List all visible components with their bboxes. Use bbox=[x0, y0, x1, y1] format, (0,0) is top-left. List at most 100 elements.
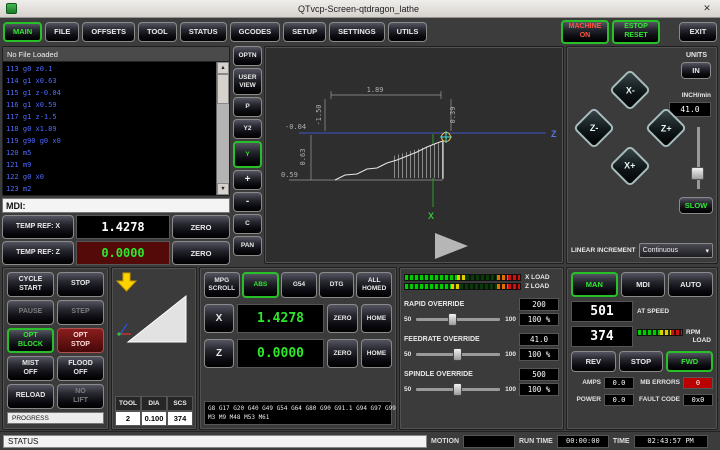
flood-button[interactable]: FLOOD OFF bbox=[57, 356, 104, 381]
opt-stop-button[interactable]: OPT STOP bbox=[57, 328, 104, 353]
zero-x-button[interactable]: ZERO bbox=[172, 215, 230, 239]
slider-handle[interactable] bbox=[691, 167, 704, 180]
at-speed-label: AT SPEED bbox=[637, 308, 669, 315]
options-view-button[interactable]: OPTN bbox=[233, 46, 262, 66]
tool-cone bbox=[435, 233, 468, 259]
reload-button[interactable]: RELOAD bbox=[7, 384, 54, 409]
tab-file[interactable]: FILE bbox=[45, 22, 79, 42]
dim-label: 1.89 bbox=[367, 86, 384, 94]
spindle-rpm-row: 374 RPM LOAD bbox=[571, 326, 713, 347]
linear-increment-row: LINEAR INCREMENT Continuous ▾ bbox=[571, 243, 713, 258]
z-axis-label: Z bbox=[551, 129, 557, 139]
spindle-max-label: 100 bbox=[505, 386, 516, 393]
dtg-button[interactable]: DTG bbox=[319, 272, 355, 298]
dro-mode-row: MPG SCROLL ABS G54 DTG ALL HOMED bbox=[204, 272, 392, 298]
g54-button[interactable]: G54 bbox=[281, 272, 317, 298]
zero-z-button[interactable]: ZERO bbox=[172, 241, 230, 265]
rapid-override-group: RAPID OVERRIDE 200 50 100 100 % bbox=[404, 298, 559, 326]
temp-ref-x-button[interactable]: TEMP REF: X bbox=[2, 215, 74, 239]
mb-errors-label: MB ERRORS bbox=[637, 379, 680, 386]
spindle-reverse-button[interactable]: REV bbox=[571, 351, 616, 372]
scroll-down-icon[interactable]: ▼ bbox=[217, 183, 229, 195]
zoom-out-button[interactable]: - bbox=[233, 192, 262, 212]
scrollbar-track[interactable] bbox=[217, 74, 229, 183]
tab-tool[interactable]: TOOL bbox=[138, 22, 177, 42]
dim-label: 0.59 bbox=[281, 171, 298, 179]
window-close-icon[interactable]: ✕ bbox=[700, 3, 714, 14]
stop-button[interactable]: STOP bbox=[57, 272, 104, 297]
tab-setup[interactable]: SETUP bbox=[283, 22, 326, 42]
estop-reset-button[interactable]: ESTOP RESET bbox=[612, 20, 660, 44]
gcode-line: 114 g1 x0.63 bbox=[6, 75, 213, 87]
tab-utils[interactable]: UTILS bbox=[388, 22, 428, 42]
units-button[interactable]: IN bbox=[681, 62, 711, 79]
jog-rate-label: INCH/min bbox=[682, 92, 711, 99]
machine-control-panel: CYCLE START STOP PAUSE STEP OPT BLOCK OP… bbox=[2, 267, 109, 430]
spindle-override-slider[interactable] bbox=[414, 383, 502, 396]
exit-button[interactable]: EXIT bbox=[679, 22, 717, 42]
zoom-in-button[interactable]: + bbox=[233, 170, 262, 190]
view-y2-button[interactable]: Y2 bbox=[233, 119, 262, 139]
linear-increment-select[interactable]: Continuous ▾ bbox=[639, 243, 713, 258]
spindle-transport-row: REV STOP FWD bbox=[571, 351, 713, 372]
amps-label: AMPS bbox=[571, 379, 601, 386]
tab-main[interactable]: MAIN bbox=[3, 22, 42, 42]
mist-button[interactable]: MIST OFF bbox=[7, 356, 54, 381]
auto-mode-button[interactable]: AUTO bbox=[668, 272, 713, 297]
z-zero-button[interactable]: ZERO bbox=[327, 339, 358, 368]
gcode-line: 117 g1 z-1.5 bbox=[6, 111, 213, 123]
opt-block-button[interactable]: OPT BLOCK bbox=[7, 328, 54, 353]
spindle-forward-button[interactable]: FWD bbox=[666, 351, 713, 372]
feedrate-min-label: 50 bbox=[404, 351, 411, 358]
jog-x-minus-button[interactable]: X- bbox=[609, 69, 651, 111]
increment-value: Continuous bbox=[643, 247, 678, 254]
z-home-button[interactable]: HOME bbox=[361, 339, 392, 368]
mdi-entry[interactable]: MDI: bbox=[2, 198, 230, 213]
toolpath-preview[interactable]: 1.89 0.39 -1.50 -0.04 0.63 0.59 Z X bbox=[264, 46, 564, 264]
motion-label: MOTION bbox=[431, 438, 459, 445]
view-p-button[interactable]: P bbox=[233, 97, 262, 117]
step-button[interactable]: STEP bbox=[57, 300, 104, 325]
axis-load-row: X LOAD Z LOAD bbox=[404, 273, 559, 291]
slider-handle[interactable] bbox=[448, 313, 457, 326]
manual-mode-button[interactable]: MAN bbox=[571, 272, 618, 297]
tab-status[interactable]: STATUS bbox=[180, 22, 227, 42]
slider-handle[interactable] bbox=[453, 348, 462, 361]
z-axis-select-button[interactable]: Z bbox=[204, 339, 234, 368]
spindle-stop-button[interactable]: STOP bbox=[619, 351, 664, 372]
slow-mode-button[interactable]: SLOW bbox=[679, 197, 713, 214]
x-axis-select-button[interactable]: X bbox=[204, 304, 234, 333]
x-zero-button[interactable]: ZERO bbox=[327, 304, 358, 333]
no-lift-button[interactable]: NO LIFT bbox=[57, 384, 104, 409]
cycle-start-button[interactable]: CYCLE START bbox=[7, 272, 54, 297]
dim-label: -0.04 bbox=[285, 123, 306, 131]
mpg-scroll-button[interactable]: MPG SCROLL bbox=[204, 272, 240, 298]
active-gcodes: G8 G17 G20 G40 G49 G54 G64 G80 G90 G91.1… bbox=[208, 404, 388, 413]
abs-button[interactable]: ABS bbox=[242, 272, 280, 298]
x-home-button[interactable]: HOME bbox=[361, 304, 392, 333]
units-label: UNITS bbox=[686, 52, 707, 59]
jog-rate-slider[interactable] bbox=[691, 127, 705, 189]
scrollbar-thumb[interactable] bbox=[217, 74, 229, 104]
scroll-up-icon[interactable]: ▲ bbox=[217, 62, 229, 74]
all-homed-button[interactable]: ALL HOMED bbox=[356, 272, 392, 298]
pan-button[interactable]: PAN bbox=[233, 236, 262, 256]
gcode-scrollbar[interactable]: ▲ ▼ bbox=[216, 62, 229, 195]
mdi-mode-button[interactable]: MDI bbox=[621, 272, 666, 297]
user-view-button[interactable]: USER VIEW bbox=[233, 68, 262, 95]
jog-z-minus-button[interactable]: Z- bbox=[573, 107, 615, 149]
machine-on-button[interactable]: MACHINE ON bbox=[561, 20, 609, 44]
x-axis-label: X bbox=[428, 211, 434, 221]
pause-button[interactable]: PAUSE bbox=[7, 300, 54, 325]
tab-settings[interactable]: SETTINGS bbox=[329, 22, 385, 42]
tab-gcodes[interactable]: GCODES bbox=[230, 22, 281, 42]
feedrate-override-slider[interactable] bbox=[414, 348, 502, 361]
temp-ref-z-button[interactable]: TEMP REF: Z bbox=[2, 241, 74, 265]
clear-view-button[interactable]: C bbox=[233, 214, 262, 234]
rapid-override-slider[interactable] bbox=[414, 313, 502, 326]
slider-handle[interactable] bbox=[453, 383, 462, 396]
jog-x-plus-button[interactable]: X+ bbox=[609, 145, 651, 187]
view-y-button[interactable]: Y bbox=[233, 141, 262, 168]
tab-offsets[interactable]: OFFSETS bbox=[82, 22, 135, 42]
gcode-list[interactable]: 113 g0 z0.1 114 g1 x0.63 115 g1 z-0.04 1… bbox=[3, 62, 229, 195]
